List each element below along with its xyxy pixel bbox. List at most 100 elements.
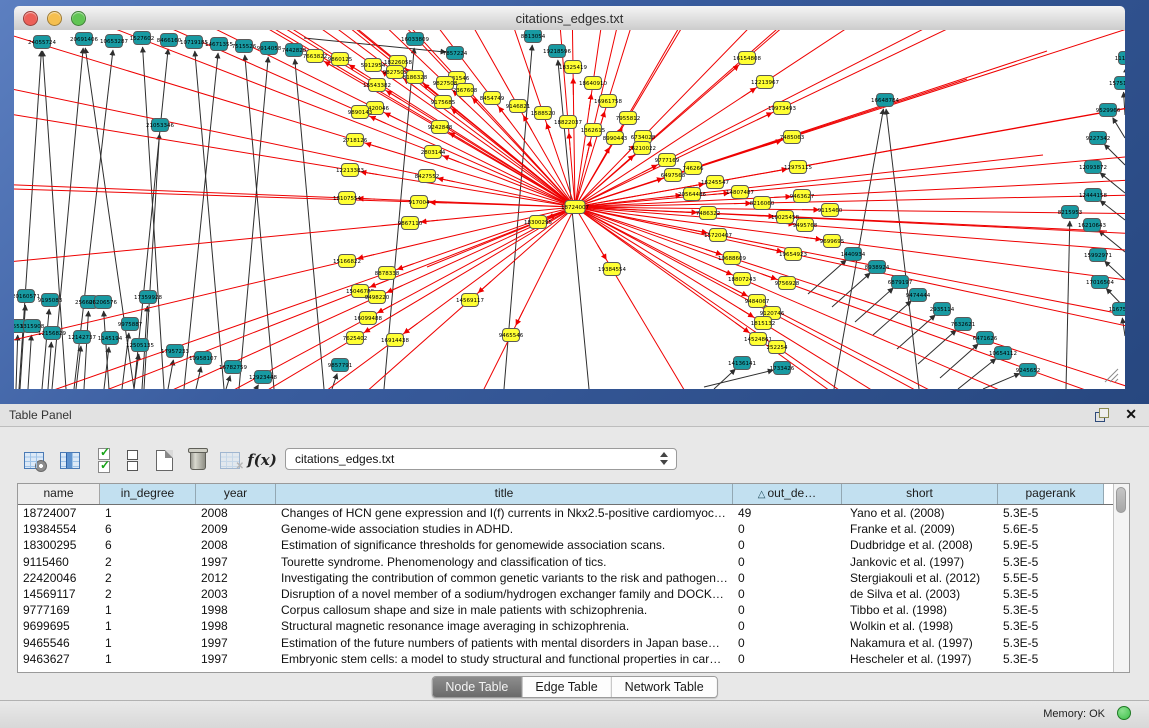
network-node[interactable]: 7857224 — [443, 47, 468, 60]
citation-edge-red[interactable] — [575, 30, 707, 207]
citation-arrow-red[interactable] — [735, 323, 749, 333]
citation-arrow-red[interactable] — [598, 245, 607, 260]
network-node[interactable]: 19384554 — [598, 263, 626, 276]
citation-arrow-red[interactable] — [478, 281, 491, 292]
network-node[interactable]: 8215953 — [1058, 206, 1083, 219]
network-node[interactable]: 12093872 — [1079, 161, 1107, 174]
table-row[interactable]: 946362711997Embryonic stem cells: a mode… — [18, 651, 1129, 667]
citation-edge-black[interactable] — [1100, 201, 1125, 220]
citation-arrow-red[interactable] — [761, 274, 777, 280]
network-node[interactable]: 10654112 — [989, 347, 1017, 360]
network-node[interactable]: 16154808 — [733, 52, 761, 65]
network-node[interactable]: 1527602 — [130, 32, 155, 45]
citation-arrow-red[interactable] — [430, 202, 447, 203]
network-node[interactable]: 7515526 — [232, 40, 257, 53]
citation-arrow-red[interactable] — [452, 109, 465, 120]
show-columns-button[interactable] — [56, 446, 84, 474]
citation-edge-black[interactable] — [134, 354, 139, 389]
column-header-out_de[interactable]: △out_de… — [733, 484, 842, 504]
citation-arrow-red[interactable] — [587, 141, 591, 158]
network-node[interactable]: 8878338 — [375, 267, 400, 280]
network-node[interactable]: 20691406 — [70, 33, 98, 46]
network-node[interactable]: 2367608 — [453, 84, 478, 97]
citation-edge-red[interactable] — [14, 207, 575, 271]
network-node[interactable]: 12975115 — [784, 161, 812, 174]
network-node[interactable]: 9867110 — [398, 217, 423, 230]
delete-table-button[interactable]: ✕ — [216, 446, 244, 474]
network-node[interactable]: 1112853 — [1115, 52, 1125, 65]
citation-edge-black[interactable] — [1104, 144, 1125, 165]
network-node[interactable]: 9699695 — [820, 235, 845, 248]
network-node[interactable]: 9857791 — [328, 359, 353, 372]
citation-arrow-red[interactable] — [397, 264, 413, 270]
network-node[interactable]: 917004 — [409, 196, 430, 209]
citation-arrow-red[interactable] — [601, 148, 610, 163]
citation-edge-red[interactable] — [14, 187, 575, 207]
citation-arrow-red[interactable] — [804, 237, 821, 239]
network-canvas[interactable]: 2405572420691406106532871527602846616010… — [14, 30, 1125, 389]
table-settings-button[interactable] — [20, 446, 48, 474]
column-header-year[interactable]: year — [196, 484, 276, 504]
network-node[interactable]: 21053346 — [146, 119, 174, 132]
select-all-columns-button[interactable]: ✓ ✓ — [90, 446, 118, 474]
citation-arrow-red[interactable] — [621, 155, 634, 166]
citation-edge-black[interactable] — [1113, 118, 1125, 138]
network-node[interactable]: 14569117 — [456, 294, 484, 307]
citation-edge-black[interactable] — [28, 335, 31, 389]
network-node[interactable]: 8466160 — [157, 34, 182, 47]
network-node[interactable]: 16210022 — [628, 142, 656, 155]
citation-arrow-red[interactable] — [404, 323, 418, 333]
network-node[interactable]: 12444158 — [1079, 189, 1107, 202]
citation-edge-black[interactable] — [42, 309, 49, 389]
network-node[interactable]: 9465546 — [499, 329, 524, 342]
network-node[interactable]: 9474444 — [906, 289, 931, 302]
column-header-short[interactable]: short — [842, 484, 998, 504]
network-node[interactable]: 16914438 — [381, 334, 409, 347]
citation-edge-black[interactable] — [122, 333, 129, 389]
network-node[interactable]: 14671355 — [205, 38, 233, 51]
citation-edge-black[interactable] — [918, 330, 956, 364]
network-node[interactable]: 9463627 — [790, 190, 815, 203]
column-header-title[interactable]: title — [276, 484, 733, 504]
network-node[interactable]: 8938924 — [865, 261, 890, 274]
network-node[interactable]: 10025458 — [771, 211, 799, 224]
network-node[interactable]: 14524861 — [744, 333, 772, 346]
citation-arrow-red[interactable] — [569, 133, 570, 150]
citation-edge-red[interactable] — [575, 207, 1125, 343]
network-node[interactable]: 20160571 — [14, 290, 40, 303]
network-node[interactable]: 7486322 — [696, 207, 721, 220]
citation-edge-black[interactable] — [832, 273, 870, 307]
table-row[interactable]: 1938455462009Genome-wide association stu… — [18, 521, 1129, 537]
citation-edge-red[interactable] — [575, 30, 1125, 207]
network-node[interactable]: 9914058 — [257, 42, 282, 55]
table-row[interactable]: 911546021997Tourette syndrome. Phenomeno… — [18, 554, 1129, 570]
table-row[interactable]: 2242004622012Investigating the contribut… — [18, 570, 1129, 586]
citation-arrow-red[interactable] — [516, 310, 524, 325]
network-node[interactable]: 9146821 — [506, 100, 531, 113]
citation-edge-black[interactable] — [897, 315, 935, 349]
citation-arrow-red[interactable] — [705, 249, 721, 254]
network-node[interactable]: 16099488 — [354, 312, 382, 325]
citation-edge-black[interactable] — [16, 335, 18, 389]
citation-edge-red[interactable] — [575, 163, 1125, 207]
table-row[interactable]: 969969511998Structural magnetic resonanc… — [18, 618, 1129, 634]
citation-edge-black[interactable] — [1122, 318, 1125, 336]
network-node[interactable]: 18724007 — [561, 201, 589, 214]
column-header-in_degree[interactable]: in_degree — [100, 484, 196, 504]
tab-network-table[interactable]: Network Table — [612, 677, 717, 697]
network-node[interactable]: 8216060 — [750, 197, 775, 210]
network-node[interactable]: 8454749 — [480, 92, 505, 105]
network-node[interactable]: 14136141 — [728, 357, 756, 370]
tab-node-table[interactable]: Node Table — [432, 677, 522, 697]
table-row[interactable]: 946554611997Estimation of the future num… — [18, 635, 1129, 651]
citation-arrow-red[interactable] — [358, 255, 375, 259]
citation-arrow-red[interactable] — [421, 220, 438, 222]
unselect-all-columns-button[interactable] — [118, 446, 146, 474]
network-node[interactable]: 2803144 — [421, 146, 446, 159]
citation-arrow-red[interactable] — [370, 281, 386, 287]
network-node[interactable]: 10958107 — [189, 352, 217, 365]
network-node[interactable]: 1440934 — [841, 248, 866, 261]
citation-edge-black[interactable] — [714, 369, 735, 389]
citation-arrow-red[interactable] — [438, 178, 455, 181]
network-node[interactable]: 17957233 — [161, 345, 189, 358]
